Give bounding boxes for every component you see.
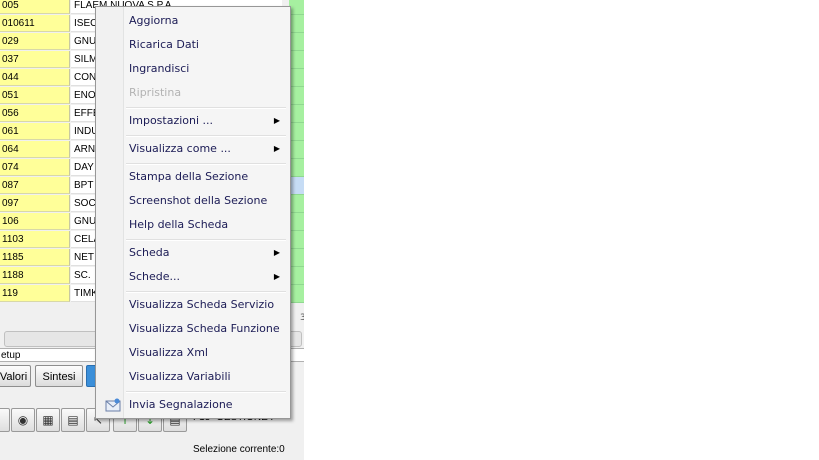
menu-item-label: Ripristina (129, 86, 182, 99)
code-cell[interactable]: 097 (0, 195, 70, 212)
code-cell[interactable]: 1185 (0, 249, 70, 266)
menu-item-label: Visualizza Scheda Servizio (129, 298, 275, 311)
code-cell[interactable]: 074 (0, 159, 70, 176)
status-bar-text: Selezione corrente:0 (193, 444, 285, 455)
code-cell[interactable]: 005 (0, 0, 70, 14)
menu-item-ripristina: Ripristina (98, 82, 288, 104)
code-cell[interactable]: 037 (0, 51, 70, 68)
code-cell[interactable]: 119 (0, 285, 70, 302)
menu-item-ingrandisci[interactable]: Ingrandisci (98, 58, 288, 80)
status-cell[interactable] (289, 87, 304, 105)
tab-sintesi[interactable]: Sintesi (35, 365, 83, 387)
code-cell[interactable]: 044 (0, 69, 70, 86)
status-cell[interactable] (289, 249, 304, 267)
status-cell[interactable] (289, 177, 304, 195)
status-cell[interactable] (289, 69, 304, 87)
status-cell[interactable] (289, 213, 304, 231)
code-cell[interactable]: 106 (0, 213, 70, 230)
chart-icon[interactable]: ◉ (11, 408, 35, 432)
menu-separator (126, 239, 286, 241)
code-cell[interactable]: 1188 (0, 267, 70, 284)
menu-item-label: Visualizza Xml (129, 346, 208, 359)
mail-icon (105, 398, 121, 412)
menu-item-aggiorna[interactable]: Aggiorna (98, 10, 288, 32)
status-cell[interactable] (289, 105, 304, 123)
remove-row-icon[interactable]: ▤ (61, 408, 85, 432)
menu-item-label: Visualizza come ... (129, 142, 231, 155)
menu-item-label: Scheda (129, 246, 170, 259)
menu-item-label: Visualizza Variabili (129, 370, 231, 383)
submenu-arrow-icon: ▶ (273, 116, 280, 125)
code-cell[interactable]: 061 (0, 123, 70, 140)
tab-valori[interactable]: Valori (0, 365, 31, 387)
context-menu: Aggiorna Ricarica Dati Ingrandisci Ripri… (95, 6, 291, 419)
menu-item-help-scheda[interactable]: Help della Scheda (98, 214, 288, 236)
status-cell[interactable] (289, 123, 304, 141)
menu-separator (126, 391, 286, 393)
menu-item-visualizza-xml[interactable]: Visualizza Xml (98, 342, 288, 364)
menu-item-label: Impostazioni ... (129, 114, 214, 127)
code-cell[interactable]: 010611 (0, 15, 70, 32)
menu-item-visualizza-scheda-servizio[interactable]: Visualizza Scheda Servizio (98, 294, 288, 316)
menu-separator (126, 163, 286, 165)
submenu-arrow-icon: ▶ (273, 144, 280, 153)
menu-item-label: Aggiorna (129, 14, 179, 27)
menu-item-visualizza-come[interactable]: Visualizza come ... ▶ (98, 138, 288, 160)
code-cell[interactable]: 029 (0, 33, 70, 50)
menu-item-label: Screenshot della Sezione (129, 194, 268, 207)
add-row-icon[interactable]: ▦ (36, 408, 60, 432)
status-cell[interactable] (289, 33, 304, 51)
menu-item-visualizza-scheda-funzione[interactable]: Visualizza Scheda Funzione (98, 318, 288, 340)
menu-item-label: Visualizza Scheda Funzione (129, 322, 280, 335)
status-cell[interactable] (289, 267, 304, 285)
submenu-arrow-icon: ▶ (273, 272, 280, 281)
code-cell[interactable]: 1103 (0, 231, 70, 248)
menu-item-ricarica-dati[interactable]: Ricarica Dati (98, 34, 288, 56)
menu-item-invia-segnalazione[interactable]: Invia Segnalazione (98, 394, 288, 416)
menu-item-stampa-sezione[interactable]: Stampa della Sezione (98, 166, 288, 188)
grid-grip-label: 3 (300, 313, 304, 323)
status-cell[interactable] (289, 141, 304, 159)
menu-item-label: Ricarica Dati (129, 38, 199, 51)
toolbar-button-1[interactable] (0, 408, 10, 432)
menu-item-schede[interactable]: Schede... ▶ (98, 266, 288, 288)
status-cell[interactable] (289, 159, 304, 177)
menu-separator (126, 135, 286, 137)
menu-item-label: Ingrandisci (129, 62, 190, 75)
menu-item-scheda[interactable]: Scheda ▶ (98, 242, 288, 264)
menu-item-impostazioni[interactable]: Impostazioni ... ▶ (98, 110, 288, 132)
submenu-arrow-icon: ▶ (273, 248, 280, 257)
menu-item-label: Invia Segnalazione (129, 398, 233, 411)
status-cell[interactable] (289, 231, 304, 249)
menu-item-label: Stampa della Sezione (129, 170, 249, 183)
menu-separator (126, 107, 286, 109)
menu-item-label: Schede... (129, 270, 181, 283)
menu-item-visualizza-variabili[interactable]: Visualizza Variabili (98, 366, 288, 388)
code-cell[interactable]: 056 (0, 105, 70, 122)
status-cell[interactable] (289, 51, 304, 69)
menu-item-label: Help della Scheda (129, 218, 229, 231)
status-cell[interactable] (289, 195, 304, 213)
code-cell[interactable]: 064 (0, 141, 70, 158)
menu-item-screenshot-sezione[interactable]: Screenshot della Sezione (98, 190, 288, 212)
status-cell[interactable] (289, 285, 304, 303)
menu-separator (126, 291, 286, 293)
status-cell[interactable] (289, 0, 304, 15)
status-cell[interactable] (289, 15, 304, 33)
code-cell[interactable]: 087 (0, 177, 70, 194)
code-cell[interactable]: 051 (0, 87, 70, 104)
